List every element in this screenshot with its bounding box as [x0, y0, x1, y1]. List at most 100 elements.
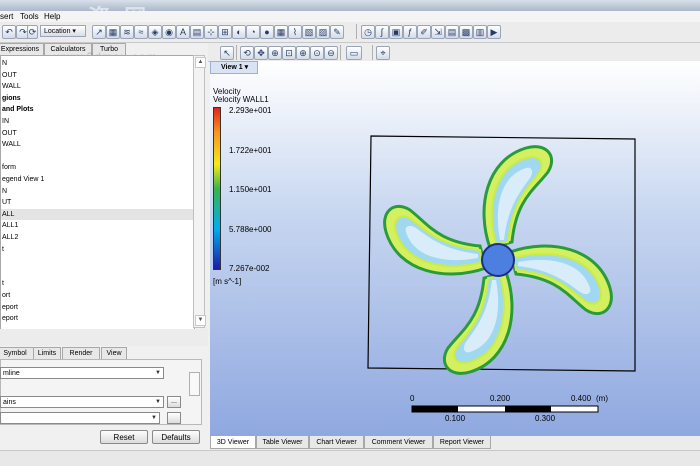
scale-label-0100: 0.100 [445, 414, 466, 423]
zoom-in-icon[interactable]: ⊕ [296, 46, 310, 60]
contour-icon[interactable]: ▦ [106, 25, 120, 39]
export-icon[interactable]: ⇲ [431, 25, 445, 39]
tree-item[interactable]: N [1, 186, 194, 198]
tree-item[interactable]: ort [1, 290, 194, 302]
chart-icon[interactable]: ▧ [302, 25, 316, 39]
tree-item[interactable]: IN [1, 116, 194, 128]
particle-track-icon[interactable]: ≈ [134, 25, 148, 39]
tree-item[interactable] [1, 255, 194, 267]
zoom-out-icon[interactable]: ⊖ [324, 46, 338, 60]
image-icon[interactable]: ▩ [459, 25, 473, 39]
menu-tools[interactable]: Tools [20, 12, 39, 21]
zoom-icon[interactable]: ⊕ [268, 46, 282, 60]
table-icon[interactable]: ▦ [274, 25, 288, 39]
tree-item[interactable]: eport [1, 302, 194, 314]
tree-scrollbar[interactable]: ▲ ▼ [193, 55, 206, 328]
pan-icon[interactable]: ✥ [254, 46, 268, 60]
tree-item[interactable]: eport [1, 313, 194, 325]
location-dropdown-button[interactable]: Location ▾ [40, 25, 86, 37]
tree-item[interactable]: UT [1, 197, 194, 209]
tree-item[interactable]: OUT [1, 70, 194, 82]
type-value: mline [3, 370, 20, 377]
fan-hub [481, 243, 515, 277]
tree-item[interactable]: egend View 1 [1, 174, 194, 186]
tree-item[interactable]: OUT [1, 128, 194, 140]
polyline-icon[interactable]: ⌇ [288, 25, 302, 39]
vector-icon[interactable]: ↗ [92, 25, 106, 39]
coord-frame-icon[interactable]: ⊹ [204, 25, 218, 39]
tree-item[interactable]: ALL [1, 208, 194, 221]
viewport-layout-icon[interactable]: ▭ [346, 46, 362, 60]
domains-ellipsis-button[interactable]: ... [167, 396, 181, 408]
toolbar-separator [372, 45, 373, 60]
chevron-down-icon: ▼ [151, 415, 157, 421]
volume-render-icon[interactable]: ◈ [148, 25, 162, 39]
tab-render[interactable]: Render [62, 347, 100, 359]
zoom-fit-icon[interactable]: ⊙ [310, 46, 324, 60]
tree-item[interactable]: ALL2 [1, 232, 194, 244]
details-scrollbar[interactable] [189, 372, 200, 396]
session-icon[interactable]: ▥ [473, 25, 487, 39]
expression-icon[interactable]: ∫ [375, 25, 389, 39]
text-icon[interactable]: A [176, 25, 190, 39]
tree-item[interactable]: gions [1, 93, 194, 105]
viewer-toolbar: ↖ ⟲ ✥ ⊕ ⊡ ⊕ ⊙ ⊖ ▭ ⌖ [208, 43, 700, 62]
probe-icon[interactable]: ⌖ [376, 46, 390, 60]
tree-item[interactable] [1, 151, 194, 163]
chevron-down-icon: ▼ [155, 370, 161, 376]
legend-icon[interactable]: ▤ [190, 25, 204, 39]
zoom-box-icon[interactable]: ⊡ [282, 46, 296, 60]
color-map-icon[interactable]: ◐ [232, 25, 246, 39]
tab-table-viewer[interactable]: Table Viewer [256, 436, 309, 449]
toolbar-separator [356, 24, 357, 39]
menu-help[interactable]: Help [44, 12, 60, 21]
tree-item[interactable]: and Plots [1, 104, 194, 116]
scroll-down-icon[interactable]: ▼ [195, 315, 206, 326]
isosurface-icon[interactable]: ◉ [162, 25, 176, 39]
clip-plane-icon[interactable]: ◔ [246, 25, 260, 39]
tab-report-viewer[interactable]: Report Viewer [433, 436, 491, 449]
tab-limits[interactable]: Limits [33, 347, 61, 359]
tab-comment-viewer[interactable]: Comment Viewer [364, 436, 433, 449]
clock-icon[interactable]: ◷ [361, 25, 375, 39]
tree-item[interactable]: ALL1 [1, 220, 194, 232]
tree-item[interactable]: form [1, 162, 194, 174]
tree-item[interactable] [1, 267, 194, 279]
tree-item[interactable]: WALL [1, 81, 194, 93]
scroll-up-icon[interactable]: ▲ [195, 57, 206, 68]
surface-icon[interactable]: ▨ [316, 25, 330, 39]
defaults-button[interactable]: Defaults [152, 430, 200, 444]
tab-symbol[interactable]: Symbol [0, 347, 34, 359]
locations-dropdown[interactable]: ▼ [0, 412, 160, 424]
undo-icon[interactable]: ↶ [2, 25, 16, 39]
report-icon[interactable]: ▤ [445, 25, 459, 39]
3d-viewport[interactable]: View 1 ▾ Velocity Velocity WALL1 2.293e+… [210, 61, 700, 436]
locations-ellipsis-button[interactable] [167, 412, 181, 424]
details-tab-bar: Symbol Limits Render View [0, 347, 206, 359]
type-dropdown[interactable]: mline ▼ [0, 367, 164, 379]
tree-item[interactable]: t [1, 244, 194, 256]
viewer-tab-bar: 3D Viewer Table Viewer Chart Viewer Comm… [210, 436, 700, 450]
calculator-icon[interactable]: ▣ [389, 25, 403, 39]
tab-view[interactable]: View [101, 347, 127, 359]
select-icon[interactable]: ↖ [220, 46, 234, 60]
pane-splitter[interactable] [0, 329, 208, 346]
streamline-icon[interactable]: ≋ [120, 25, 134, 39]
tree-item[interactable]: WALL [1, 139, 194, 151]
domains-dropdown[interactable]: ains ▼ [0, 396, 164, 408]
tab-3d-viewer[interactable]: 3D Viewer [210, 436, 256, 449]
fan-blade [383, 204, 488, 276]
reset-button[interactable]: Reset [100, 430, 148, 444]
globe-icon[interactable]: ● [260, 25, 274, 39]
console-icon[interactable]: ▶ [487, 25, 501, 39]
tree-item[interactable]: N [1, 58, 194, 70]
refresh-icon[interactable]: ⟳ [27, 25, 38, 39]
menu-insert[interactable]: sert [0, 12, 13, 21]
rotate-icon[interactable]: ⟲ [240, 46, 254, 60]
pencil-icon[interactable]: ✐ [417, 25, 431, 39]
tree-item[interactable]: t [1, 278, 194, 290]
function-icon[interactable]: ƒ [403, 25, 417, 39]
comment-icon[interactable]: ✎ [330, 25, 344, 39]
tab-chart-viewer[interactable]: Chart Viewer [309, 436, 364, 449]
instance-transform-icon[interactable]: ⊞ [218, 25, 232, 39]
